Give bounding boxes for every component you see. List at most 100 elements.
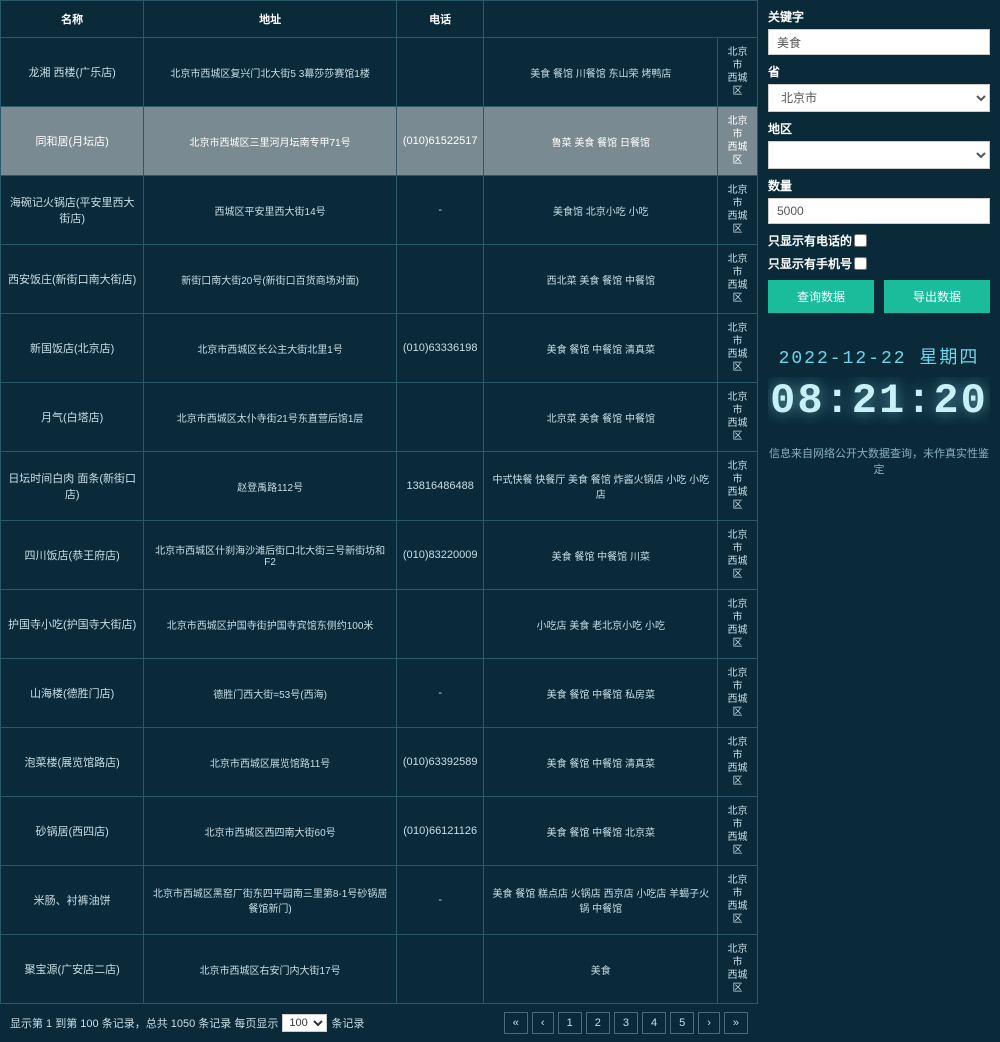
chk-phone-row: 只显示有电话的 bbox=[768, 232, 990, 249]
table-header-row: 名称 地址 电话 bbox=[1, 1, 758, 38]
col-name: 同和居(月坛店) bbox=[1, 107, 144, 176]
pager-btn[interactable]: 5 bbox=[670, 1012, 694, 1034]
col-cat: 美食 餐馆 糕点店 火锅店 西京店 小吃店 羊蝎子火锅 中餐馆 bbox=[484, 866, 718, 935]
table-row[interactable]: 砂锅居(西四店)北京市西城区西四南大街60号(010)66121126美食 餐馆… bbox=[1, 797, 758, 866]
col-cat: 美食 餐馆 中餐馆 清真菜 bbox=[484, 314, 718, 383]
table-row[interactable]: 同和居(月坛店)北京市西城区三里河月坛南专甲71号(010)61522517鲁菜… bbox=[1, 107, 758, 176]
clock-date: 2022-12-22 星期四 bbox=[768, 343, 990, 369]
table-row[interactable]: 新国饭店(北京店)北京市西城区长公主大街北里1号(010)63336198美食 … bbox=[1, 314, 758, 383]
col-phone: (010)83220009 bbox=[396, 521, 484, 590]
col-addr: 北京市西城区黑窑厂街东四平园南三里第8-1号砂锅居 餐馆新门) bbox=[144, 866, 397, 935]
table-row[interactable]: 泡菜楼(展览馆路店)北京市西城区展览馆路11号(010)63392589美食 餐… bbox=[1, 728, 758, 797]
keyword-label: 关键字 bbox=[768, 8, 990, 25]
chk-mobile[interactable] bbox=[854, 257, 867, 270]
records-text-pre: 显示第 1 到第 100 条记录，总共 1050 条记录 每页显示 bbox=[10, 1015, 278, 1031]
col-phone: (010)63392589 bbox=[396, 728, 484, 797]
col-header-name: 名称 bbox=[1, 1, 144, 38]
col-phone bbox=[396, 935, 484, 1004]
table-row[interactable]: 四川饭店(恭王府店)北京市西城区什刹海沙滩后街口北大街三号新街坊和F2(010)… bbox=[1, 521, 758, 590]
col-name: 聚宝源(广安店二店) bbox=[1, 935, 144, 1004]
pager-btn[interactable]: 3 bbox=[614, 1012, 638, 1034]
sidebar: 关键字 省 北京市 地区 数量 只显示有电话的 只显示有手机号 查询数据 导出数… bbox=[758, 0, 1000, 649]
col-name: 砂锅居(西四店) bbox=[1, 797, 144, 866]
col-addr: 北京市西城区三里河月坛南专甲71号 bbox=[144, 107, 397, 176]
col-name: 龙湘 西楼(广乐店) bbox=[1, 38, 144, 107]
pager-btn[interactable]: » bbox=[724, 1012, 748, 1034]
col-addr: 新街口南大街20号(新街口百货商场对面) bbox=[144, 245, 397, 314]
region-select[interactable] bbox=[768, 141, 990, 169]
col-loc: 北京市西城区 bbox=[718, 590, 758, 659]
table-footer: 显示第 1 到第 100 条记录，总共 1050 条记录 每页显示 100 条记… bbox=[0, 1004, 758, 1042]
table-row[interactable]: 护国寺小吃(护国寺大街店)北京市西城区护国寺街护国寺宾馆东侧约100米小吃店 美… bbox=[1, 590, 758, 659]
col-loc: 北京市西城区 bbox=[718, 866, 758, 935]
col-name: 海碗记火锅店(平安里西大街店) bbox=[1, 176, 144, 245]
col-phone: - bbox=[396, 866, 484, 935]
table-row[interactable]: 聚宝源(广安店二店)北京市西城区右安门内大街17号美食北京市西城区 bbox=[1, 935, 758, 1004]
col-cat: 美食馆 北京小吃 小吃 bbox=[484, 176, 718, 245]
col-header-blank bbox=[484, 1, 758, 38]
col-cat: 小吃店 美食 老北京小吃 小吃 bbox=[484, 590, 718, 659]
province-label: 省 bbox=[768, 63, 990, 80]
col-cat: 中式快餐 快餐厅 美食 餐馆 炸酱火锅店 小吃 小吃店 bbox=[484, 452, 718, 521]
pager-btn[interactable]: 1 bbox=[558, 1012, 582, 1034]
col-header-addr: 地址 bbox=[144, 1, 397, 38]
col-cat: 美食 餐馆 中餐馆 川菜 bbox=[484, 521, 718, 590]
pager-btn[interactable]: 2 bbox=[586, 1012, 610, 1034]
table-row[interactable]: 日坛时间白肉 面条(新街口店)赵登禹路112号13816486488中式快餐 快… bbox=[1, 452, 758, 521]
col-loc: 北京市西城区 bbox=[718, 314, 758, 383]
pager-btn[interactable]: 4 bbox=[642, 1012, 666, 1034]
col-addr: 北京市西城区太仆寺街21号东直营后馆1层 bbox=[144, 383, 397, 452]
col-loc: 北京市西城区 bbox=[718, 935, 758, 1004]
col-addr: 北京市西城区护国寺街护国寺宾馆东侧约100米 bbox=[144, 590, 397, 659]
chk-phone[interactable] bbox=[854, 234, 867, 247]
col-loc: 北京市西城区 bbox=[718, 245, 758, 314]
pager-btn[interactable]: ‹ bbox=[532, 1012, 554, 1034]
col-loc: 北京市西城区 bbox=[718, 728, 758, 797]
col-cat: 北京菜 美食 餐馆 中餐馆 bbox=[484, 383, 718, 452]
page-size-select[interactable]: 100 bbox=[282, 1014, 327, 1032]
pagination: «‹12345›» bbox=[504, 1012, 748, 1034]
keyword-input[interactable] bbox=[768, 29, 990, 55]
col-phone: (010)63336198 bbox=[396, 314, 484, 383]
col-cat: 美食 餐馆 川餐馆 东山荣 烤鸭店 bbox=[484, 38, 718, 107]
table-row[interactable]: 米肠、衬裤油饼北京市西城区黑窑厂街东四平园南三里第8-1号砂锅居 餐馆新门)-美… bbox=[1, 866, 758, 935]
col-phone: - bbox=[396, 176, 484, 245]
col-cat: 美食 餐馆 中餐馆 私房菜 bbox=[484, 659, 718, 728]
data-table: 名称 地址 电话 龙湘 西楼(广乐店)北京市西城区复兴门北大街5 3幕莎莎赛馆1… bbox=[0, 0, 758, 1004]
col-loc: 北京市西城区 bbox=[718, 107, 758, 176]
col-addr: 北京市西城区右安门内大街17号 bbox=[144, 935, 397, 1004]
col-name: 日坛时间白肉 面条(新街口店) bbox=[1, 452, 144, 521]
table-row[interactable]: 海碗记火锅店(平安里西大街店)西城区平安里西大街14号-美食馆 北京小吃 小吃北… bbox=[1, 176, 758, 245]
chk-mobile-label: 只显示有手机号 bbox=[768, 255, 852, 272]
count-label: 数量 bbox=[768, 177, 990, 194]
col-phone: (010)61522517 bbox=[396, 107, 484, 176]
col-phone: 13816486488 bbox=[396, 452, 484, 521]
clock-time: 08:21:20 bbox=[768, 377, 990, 425]
table-row[interactable]: 西安饭庄(新街口南大街店)新街口南大街20号(新街口百货商场对面)西北菜 美食 … bbox=[1, 245, 758, 314]
col-addr: 西城区平安里西大街14号 bbox=[144, 176, 397, 245]
col-phone bbox=[396, 38, 484, 107]
col-phone bbox=[396, 245, 484, 314]
table-row[interactable]: 龙湘 西楼(广乐店)北京市西城区复兴门北大街5 3幕莎莎赛馆1楼美食 餐馆 川餐… bbox=[1, 38, 758, 107]
table-row[interactable]: 月气(白塔店)北京市西城区太仆寺街21号东直营后馆1层北京菜 美食 餐馆 中餐馆… bbox=[1, 383, 758, 452]
col-addr: 北京市西城区西四南大街60号 bbox=[144, 797, 397, 866]
count-input[interactable] bbox=[768, 198, 990, 224]
disclaimer-text: 信息来自网络公开大数据查询，未作真实性鉴定 bbox=[768, 445, 990, 477]
col-name: 新国饭店(北京店) bbox=[1, 314, 144, 383]
col-loc: 北京市西城区 bbox=[718, 452, 758, 521]
chk-mobile-row: 只显示有手机号 bbox=[768, 255, 990, 272]
region-label: 地区 bbox=[768, 120, 990, 137]
col-loc: 北京市西城区 bbox=[718, 521, 758, 590]
col-addr: 德胜门西大街=53号(西海) bbox=[144, 659, 397, 728]
col-cat: 鲁菜 美食 餐馆 日餐馆 bbox=[484, 107, 718, 176]
pager-btn[interactable]: « bbox=[504, 1012, 528, 1034]
province-select[interactable]: 北京市 bbox=[768, 84, 990, 112]
col-name: 山海楼(德胜门店) bbox=[1, 659, 144, 728]
export-button[interactable]: 导出数据 bbox=[884, 280, 990, 313]
clock-widget: 2022-12-22 星期四 08:21:20 bbox=[768, 343, 990, 425]
query-button[interactable]: 查询数据 bbox=[768, 280, 874, 313]
records-info: 显示第 1 到第 100 条记录，总共 1050 条记录 每页显示 100 条记… bbox=[10, 1014, 364, 1032]
pager-btn[interactable]: › bbox=[698, 1012, 720, 1034]
table-row[interactable]: 山海楼(德胜门店)德胜门西大街=53号(西海)-美食 餐馆 中餐馆 私房菜北京市… bbox=[1, 659, 758, 728]
col-name: 西安饭庄(新街口南大街店) bbox=[1, 245, 144, 314]
